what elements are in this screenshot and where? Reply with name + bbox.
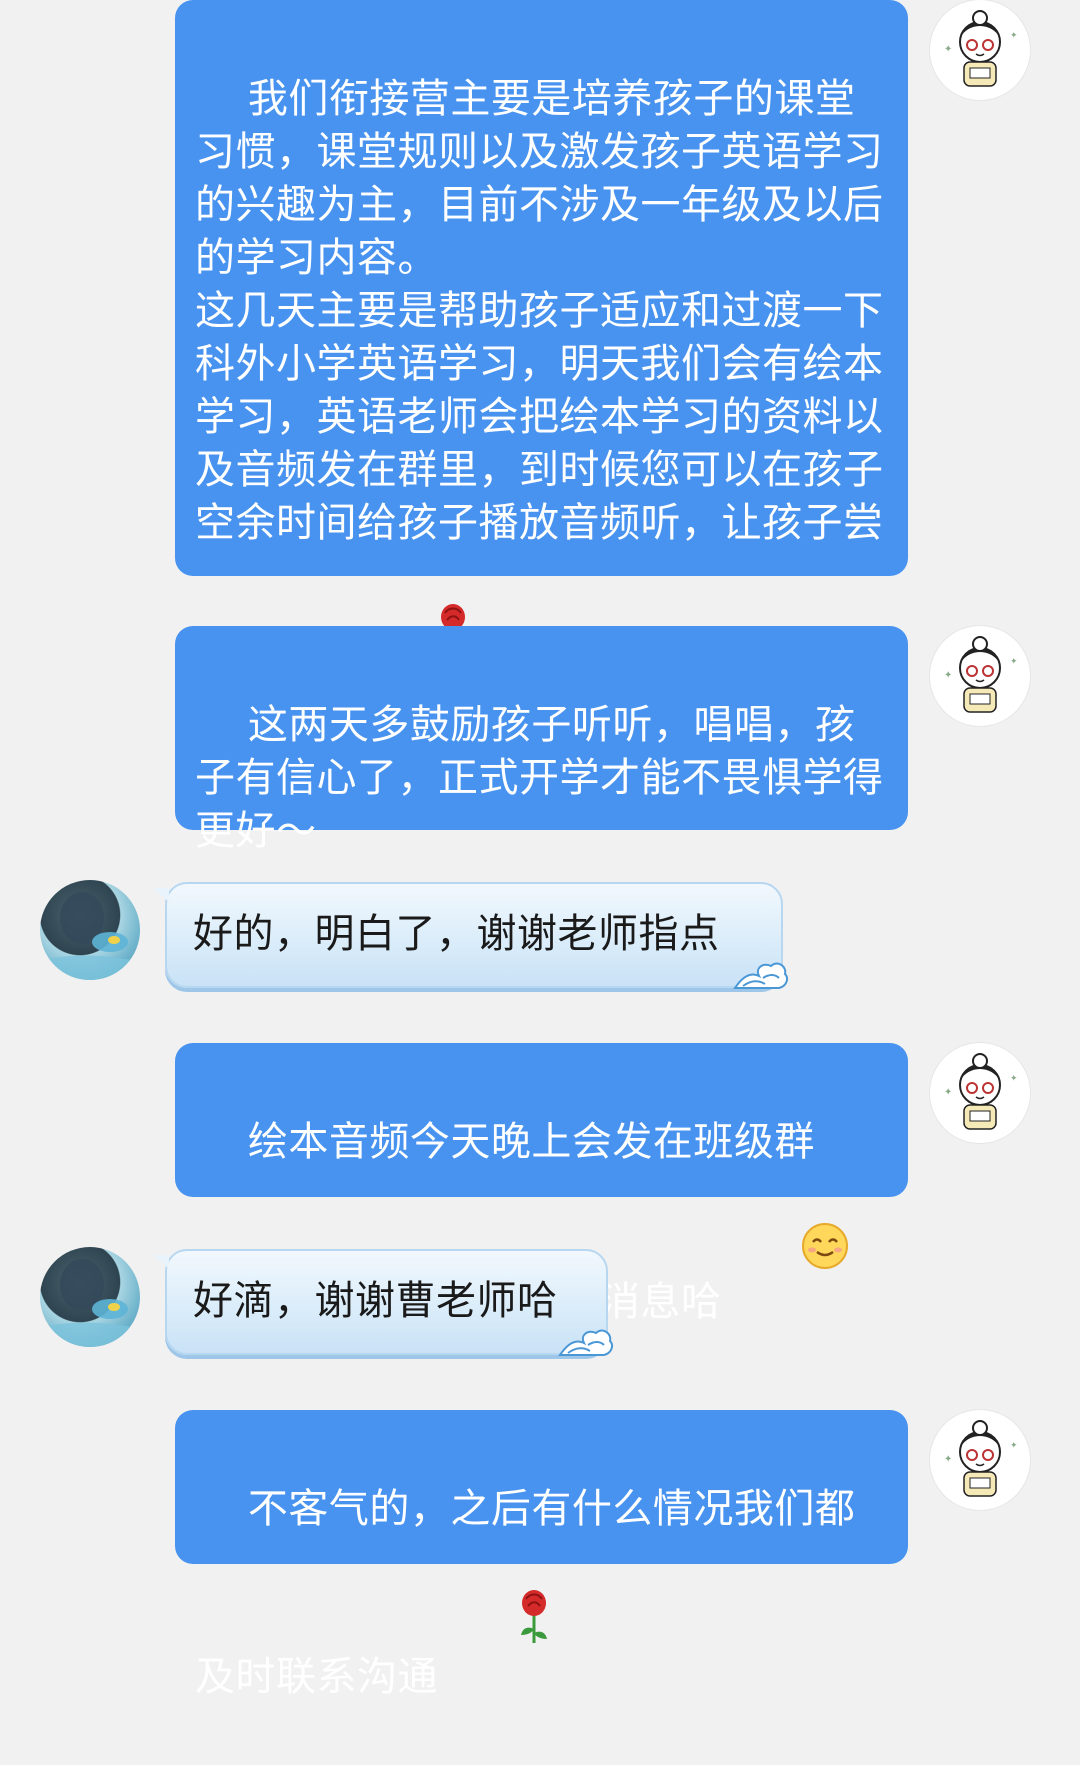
- svg-text:✦: ✦: [1010, 1074, 1018, 1084]
- teacher-cartoon-icon: ✦ ✦: [944, 1420, 1018, 1497]
- svg-text:✦: ✦: [1010, 31, 1018, 41]
- svg-text:✦: ✦: [944, 670, 952, 681]
- teacher-avatar[interactable]: ✦ ✦: [930, 1410, 1030, 1510]
- bubble-tail: [153, 1255, 169, 1269]
- teacher-avatar[interactable]: ✦ ✦: [930, 626, 1030, 726]
- message-text: 好的，明白了，谢谢老师指点: [193, 911, 720, 957]
- underwater-photo-icon: [40, 1259, 140, 1347]
- message-bubble-outgoing[interactable]: 绘本音频今天晚上会发在班级群里，您可以关注一下群消息哈: [175, 1043, 908, 1325]
- smile-icon: [722, 1169, 849, 1337]
- message-text: 我们衔接营主要是培养孩子的课堂习惯，课堂规则以及激发孩子英语学习的兴趣为主，目前…: [195, 76, 884, 714]
- svg-text:✦: ✦: [1010, 657, 1018, 667]
- message-text: 好滴，谢谢曹老师哈: [193, 1278, 558, 1324]
- teacher-cartoon-icon: ✦ ✦: [944, 1053, 1018, 1130]
- message-bubble-outgoing[interactable]: 不客气的，之后有什么情况我们都及时联系沟通: [175, 1410, 908, 1700]
- message-text: 这两天多鼓励孩子听听，唱唱，孩子有信心了，正式开学才能不畏惧学得更好～: [195, 702, 884, 854]
- underwater-photo-icon: [40, 892, 140, 980]
- parent-avatar[interactable]: [40, 1247, 140, 1347]
- teacher-avatar[interactable]: ✦ ✦: [930, 1043, 1030, 1143]
- teacher-cartoon-icon: ✦ ✦: [944, 10, 1018, 87]
- svg-text:✦: ✦: [944, 1454, 952, 1465]
- svg-text:✦: ✦: [944, 1087, 952, 1098]
- parent-avatar[interactable]: [40, 880, 140, 980]
- chat-message-list[interactable]: 我们衔接营主要是培养孩子的课堂习惯，课堂规则以及激发孩子英语学习的兴趣为主，目前…: [0, 0, 1080, 1700]
- svg-text:✦: ✦: [1010, 1441, 1018, 1451]
- message-bubble-incoming[interactable]: 好滴，谢谢曹老师哈: [153, 1249, 613, 1356]
- rose-icon: [438, 1536, 551, 1712]
- svg-text:✦: ✦: [944, 44, 952, 55]
- message-bubble-outgoing[interactable]: 我们衔接营主要是培养孩子的课堂习惯，课堂规则以及激发孩子英语学习的兴趣为主，目前…: [175, 0, 908, 714]
- teacher-cartoon-icon: ✦ ✦: [944, 636, 1018, 713]
- bubble-tail: [153, 888, 169, 902]
- wave-decoration-icon: [733, 962, 788, 989]
- message-bubble-outgoing[interactable]: 这两天多鼓励孩子听听，唱唱，孩子有信心了，正式开学才能不畏惧学得更好～: [175, 626, 908, 854]
- wave-decoration-icon: [558, 1329, 613, 1356]
- teacher-avatar[interactable]: ✦ ✦: [930, 0, 1030, 100]
- message-bubble-incoming[interactable]: 好的，明白了，谢谢老师指点: [153, 882, 788, 989]
